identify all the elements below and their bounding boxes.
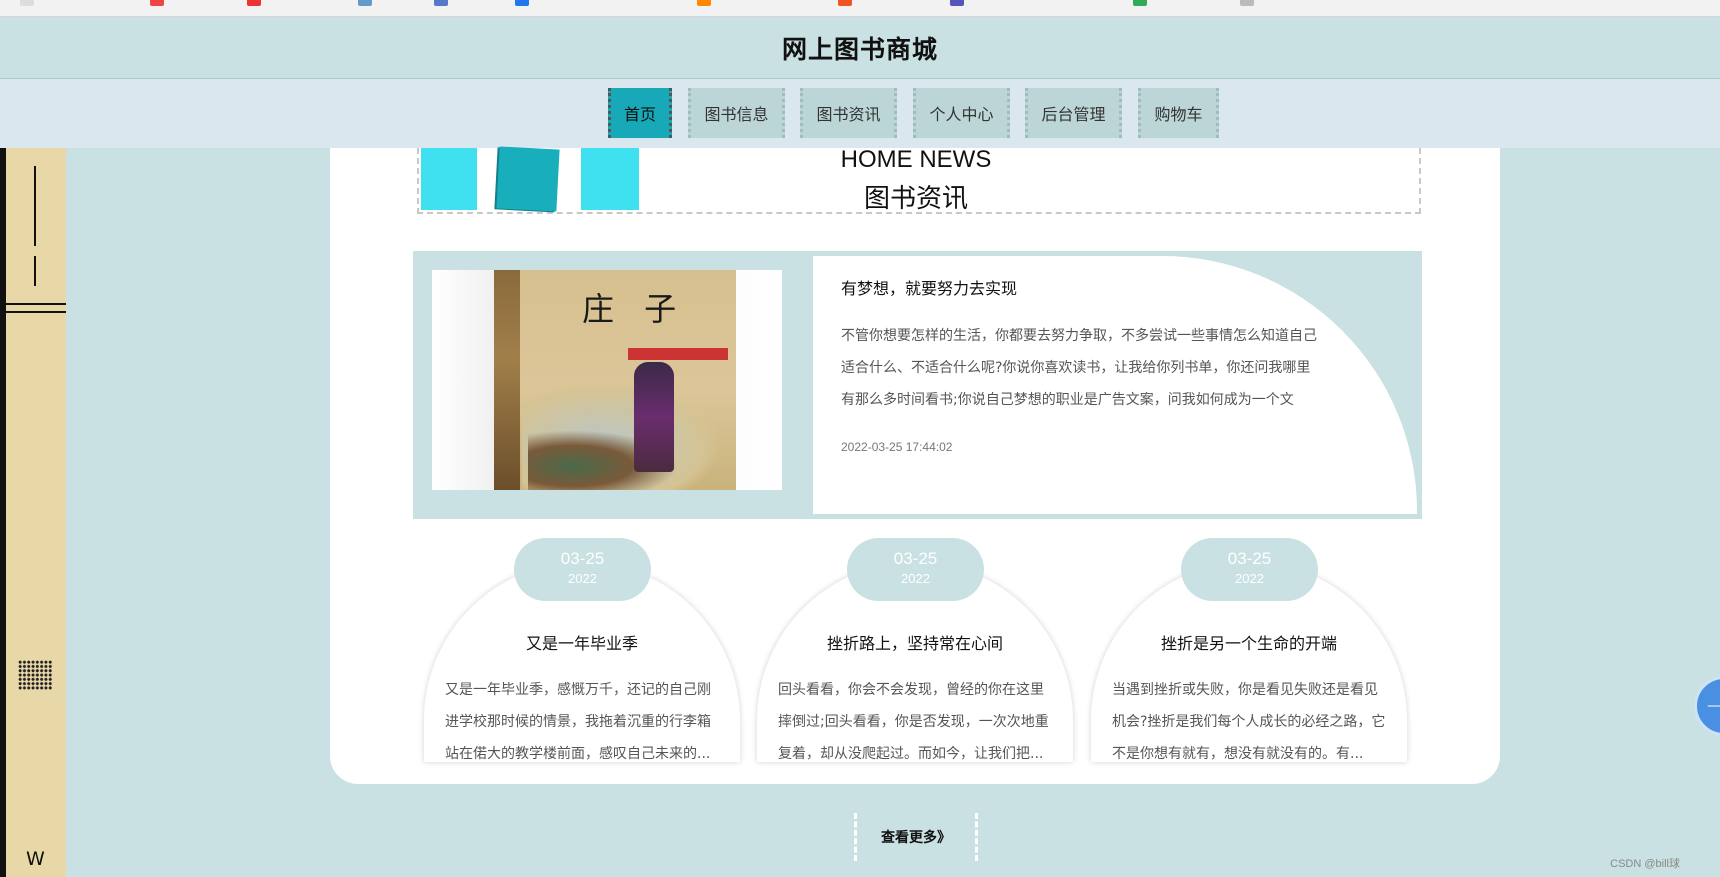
- nav-item-admin[interactable]: 后台管理: [1025, 88, 1122, 138]
- left-side-panel: W: [0, 148, 66, 877]
- decor-square: [581, 148, 639, 210]
- cover-title: 庄 子: [582, 290, 687, 328]
- divider: [6, 311, 66, 313]
- date-badge: 03-25 2022: [847, 538, 984, 601]
- featured-summary: 不管你想要怎样的生活，你都要去努力争取，不多尝试一些事情怎么知道自己适合什么、不…: [841, 328, 1317, 408]
- main-nav: 首页 图书信息 图书资讯 个人中心 后台管理 购物车: [0, 79, 1720, 148]
- side-w-label: W: [26, 848, 45, 870]
- date-year: 2022: [1235, 571, 1264, 586]
- date-year: 2022: [901, 571, 930, 586]
- date-badge: 03-25 2022: [1181, 538, 1318, 601]
- divider: [34, 166, 36, 246]
- bookmark-icon[interactable]: [697, 0, 711, 6]
- divider: [6, 303, 66, 305]
- book-spine: [494, 270, 520, 490]
- bookmark-icon[interactable]: [434, 0, 448, 6]
- bookmark-icon[interactable]: [1133, 0, 1147, 6]
- section-title-cn: 图书资讯: [863, 184, 968, 214]
- card-summary: 回头看看，你会不会发现，曾经的你在这里摔倒过;回头看看，你是否发现，一次次地重复…: [778, 682, 1049, 762]
- date-year: 2022: [568, 571, 597, 586]
- nav-item-cart[interactable]: 购物车: [1138, 88, 1219, 138]
- site-title: 网上图书商城: [781, 34, 938, 64]
- bookmark-icon[interactable]: [838, 0, 852, 6]
- bookmark-icon[interactable]: [515, 0, 529, 6]
- dot-grid-icon[interactable]: [18, 660, 52, 690]
- book-cover-image[interactable]: 庄 子: [432, 270, 782, 490]
- card-summary: 又是一年毕业季，感慨万千，还记的自己刚进学校那时候的情景，我拖着沉重的行李箱站在…: [445, 682, 711, 762]
- card-title[interactable]: 挫折是另一个生命的开端: [1091, 630, 1407, 654]
- cover-tag: [628, 348, 728, 360]
- card-title[interactable]: 又是一年毕业季: [424, 630, 740, 654]
- watermark: CSDN @bill球: [1610, 858, 1680, 870]
- site-header: 网上图书商城: [0, 17, 1720, 79]
- featured-heading[interactable]: 有梦想，就要努力去实现: [841, 275, 1017, 299]
- nav-item-book-info[interactable]: 图书信息: [688, 88, 785, 138]
- nav-item-home[interactable]: 首页: [608, 88, 672, 138]
- decor-square: [496, 146, 560, 212]
- divider: [34, 256, 36, 286]
- nav-item-book-news[interactable]: 图书资讯: [800, 88, 897, 138]
- card-title[interactable]: 挫折路上，坚持常在心间: [757, 630, 1073, 654]
- card-summary: 当遇到挫折或失败，你是看见失败还是看见机会?挫折是我们每个人成长的必经之路，它不…: [1112, 682, 1386, 762]
- date-badge: 03-25 2022: [514, 538, 651, 601]
- floating-assist-icon[interactable]: —: [1694, 676, 1720, 736]
- date-month-day: 03-25: [560, 549, 605, 568]
- bookmark-icon[interactable]: [150, 0, 164, 6]
- bookmark-icon[interactable]: [20, 0, 34, 6]
- section-title-en: HOME NEWS: [840, 146, 992, 173]
- cover-figure: [634, 362, 674, 472]
- browser-bookmark-bar: [0, 0, 1720, 17]
- bookmark-icon[interactable]: [247, 0, 261, 6]
- nav-item-personal-center[interactable]: 个人中心: [913, 88, 1010, 138]
- bookmark-icon[interactable]: [358, 0, 372, 6]
- bookmark-icon[interactable]: [950, 0, 964, 6]
- bookmark-icon[interactable]: [1240, 0, 1254, 6]
- date-month-day: 03-25: [893, 549, 938, 568]
- view-more-button[interactable]: 查看更多》: [854, 813, 978, 861]
- featured-date: 2022-03-25 17:44:02: [841, 440, 953, 454]
- decor-square: [421, 148, 477, 210]
- date-month-day: 03-25: [1227, 549, 1272, 568]
